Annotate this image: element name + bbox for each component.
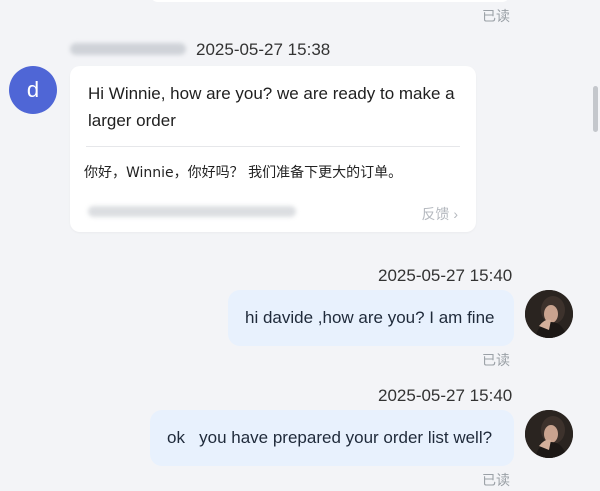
translation-source-blurred (88, 206, 296, 217)
user-avatar-photo (525, 410, 573, 458)
incoming-message-card[interactable]: Hi Winnie, how are you? we are ready to … (70, 66, 476, 232)
feedback-link[interactable]: 反馈 › (421, 204, 458, 224)
outgoing-timestamp: 2025-05-27 15:40 (378, 386, 513, 405)
outgoing-message-bubble[interactable]: hi davide ,how are you? I am fine (228, 290, 514, 346)
incoming-timestamp: 2025-05-27 15:38 (196, 40, 331, 59)
read-status: 已读 (482, 352, 510, 368)
outgoing-message-text: hi davide ,how are you? I am fine (245, 308, 495, 327)
avatar-letter: d (26, 77, 40, 102)
outgoing-message-bubble[interactable]: ok you have prepared your order list wel… (150, 410, 514, 466)
outgoing-timestamp: 2025-05-27 15:40 (378, 266, 513, 285)
user-avatar[interactable] (525, 410, 573, 458)
scrollbar[interactable] (593, 86, 598, 132)
translation-divider (86, 146, 460, 147)
sender-name-blurred (70, 43, 186, 55)
previous-message-edge (150, 0, 510, 2)
user-avatar[interactable] (525, 290, 573, 338)
read-status: 已读 (482, 472, 510, 488)
sender-avatar[interactable]: d (9, 66, 57, 114)
incoming-message-text: Hi Winnie, how are you? we are ready to … (88, 84, 455, 130)
translation-text: 你好，Winnie，你好吗？ 我们准备下更大的订单。 (84, 165, 403, 181)
outgoing-message-text: ok you have prepared your order list wel… (167, 428, 493, 447)
read-status: 已读 (482, 8, 510, 24)
user-avatar-photo (525, 290, 573, 338)
